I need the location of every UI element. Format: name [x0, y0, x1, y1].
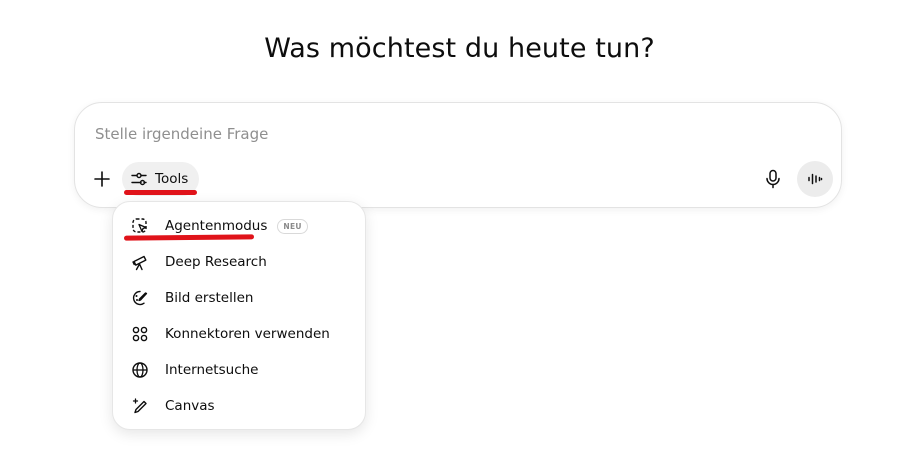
menu-item-canvas[interactable]: Canvas	[123, 390, 357, 422]
pen-sparkle-icon	[130, 396, 150, 416]
new-badge: NEU	[277, 218, 308, 234]
sliders-icon	[131, 172, 147, 186]
menu-item-label: Canvas	[165, 398, 215, 414]
add-attachment-button[interactable]	[90, 165, 114, 193]
image-palette-icon	[130, 288, 150, 308]
prompt-input[interactable]	[95, 123, 695, 145]
menu-item-label: Agentenmodus	[165, 218, 268, 234]
voice-mode-button[interactable]	[797, 161, 833, 197]
telescope-icon	[130, 252, 150, 272]
menu-item-deep-research[interactable]: Deep Research	[123, 246, 357, 278]
globe-icon	[130, 360, 150, 380]
menu-item-label: Deep Research	[165, 254, 267, 270]
dictate-button[interactable]	[761, 165, 785, 193]
connectors-icon	[130, 324, 150, 344]
menu-item-bild-erstellen[interactable]: Bild erstellen	[123, 282, 357, 314]
page-heading: Was möchtest du heute tun?	[264, 33, 655, 64]
annotation-underline-tools	[124, 190, 197, 195]
tools-label: Tools	[155, 171, 189, 187]
microphone-icon	[766, 169, 780, 189]
menu-item-label: Konnektoren verwenden	[165, 326, 330, 342]
menu-item-internetsuche[interactable]: Internetsuche	[123, 354, 357, 386]
plus-icon	[94, 171, 110, 187]
voice-waveform-icon	[808, 173, 823, 185]
menu-item-label: Internetsuche	[165, 362, 259, 378]
menu-item-konnektoren-verwenden[interactable]: Konnektoren verwenden	[123, 318, 357, 350]
agent-cursor-icon	[130, 216, 150, 236]
menu-item-label: Bild erstellen	[165, 290, 254, 306]
